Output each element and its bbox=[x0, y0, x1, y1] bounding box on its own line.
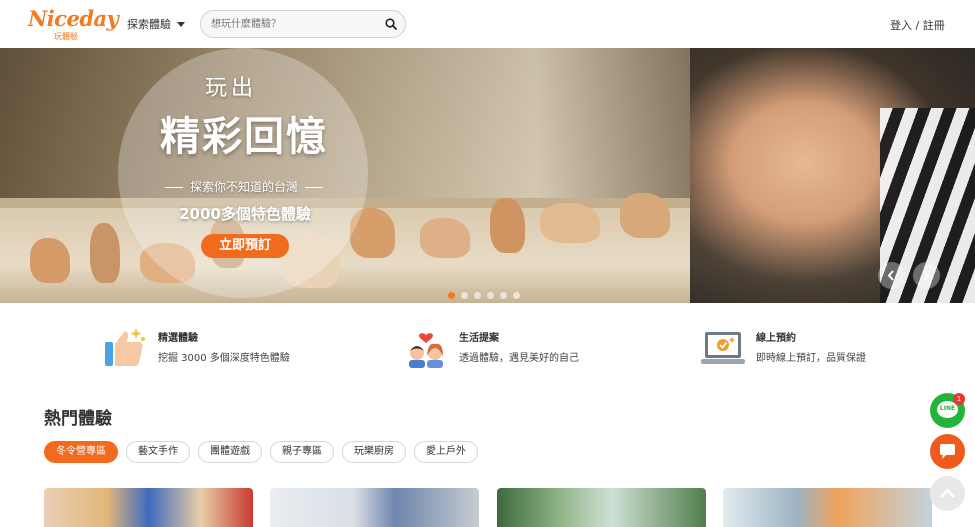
carousel-dot[interactable] bbox=[474, 292, 481, 299]
hero-line-1: 玩出 bbox=[205, 76, 258, 101]
wooden-animals-image bbox=[20, 193, 720, 303]
laptop-check-icon bbox=[701, 332, 745, 364]
back-to-top-button[interactable] bbox=[930, 476, 965, 511]
logo-subtext: 玩體驗 bbox=[54, 32, 78, 41]
experience-card-image[interactable] bbox=[270, 488, 479, 527]
hero-banner[interactable]: 玩出 精彩回憶 探索你不知道的台灣 2000多個特色體驗 立即預訂 bbox=[0, 48, 975, 303]
site-header: Niceday 玩體驗 探索體驗 登入 / 註冊 bbox=[0, 0, 975, 48]
carousel-dot[interactable] bbox=[513, 292, 520, 299]
couple-heart-icon bbox=[409, 333, 443, 368]
notification-badge: 1 bbox=[953, 393, 965, 405]
category-tabs: 冬令營專區 藝文手作 團體遊戲 親子專區 玩樂廚房 愛上戶外 bbox=[44, 441, 478, 463]
chat-bubble-icon bbox=[940, 444, 955, 459]
book-now-button[interactable]: 立即預訂 bbox=[201, 234, 289, 258]
chevron-up-icon bbox=[940, 488, 955, 498]
hero-subheadline: 2000多個特色體驗 bbox=[179, 205, 311, 223]
experience-card-image[interactable] bbox=[723, 488, 932, 527]
tab-parent-child[interactable]: 親子專區 bbox=[270, 441, 334, 463]
tab-group-games[interactable]: 團體遊戲 bbox=[198, 441, 262, 463]
search-icon[interactable] bbox=[385, 18, 397, 30]
carousel-dot[interactable] bbox=[500, 292, 507, 299]
tab-kitchen[interactable]: 玩樂廚房 bbox=[342, 441, 406, 463]
popular-section-title: 熱門體驗 bbox=[44, 409, 112, 429]
search-bar bbox=[200, 10, 406, 38]
carousel-dot[interactable] bbox=[487, 292, 494, 299]
hero-tagline: 探索你不知道的台灣 bbox=[189, 180, 298, 194]
experience-card-image[interactable] bbox=[44, 488, 253, 527]
carousel-dot[interactable] bbox=[448, 292, 455, 299]
carousel-prev-button[interactable] bbox=[878, 262, 905, 289]
feature-description: 挖掘 3000 多個深度特色體驗 bbox=[158, 353, 290, 364]
login-register-link[interactable]: 登入 / 註冊 bbox=[890, 17, 945, 33]
tab-winter-camp[interactable]: 冬令營專區 bbox=[44, 441, 118, 463]
caret-down-icon bbox=[177, 21, 185, 27]
feature-title: 精選體驗 bbox=[158, 333, 198, 344]
feature-title: 線上預約 bbox=[756, 333, 796, 344]
tab-outdoor[interactable]: 愛上戶外 bbox=[414, 441, 478, 463]
line-label: LINE bbox=[939, 405, 956, 412]
search-input[interactable] bbox=[211, 16, 371, 32]
chevron-right-icon bbox=[923, 270, 930, 281]
carousel-next-button[interactable] bbox=[913, 262, 940, 289]
logo-wordmark: Niceday bbox=[28, 6, 119, 31]
niceday-logo[interactable]: Niceday 玩體驗 bbox=[28, 6, 119, 42]
feature-title: 生活提案 bbox=[459, 333, 499, 344]
tab-arts-crafts[interactable]: 藝文手作 bbox=[126, 441, 190, 463]
hero-divider-right bbox=[305, 187, 323, 188]
carousel-dot[interactable] bbox=[461, 292, 468, 299]
carousel-dots bbox=[448, 292, 520, 299]
thumbs-up-sparkle-icon bbox=[105, 328, 145, 366]
chat-button[interactable] bbox=[930, 434, 965, 469]
feature-description: 透過體驗，遇見美好的自己 bbox=[459, 353, 579, 364]
explore-menu[interactable]: 探索體驗 bbox=[127, 16, 185, 32]
explore-label: 探索體驗 bbox=[127, 18, 171, 31]
feature-description: 即時線上預訂，品質保證 bbox=[756, 353, 866, 364]
experience-card-image[interactable] bbox=[497, 488, 706, 527]
hero-headline: 精彩回憶 bbox=[160, 114, 328, 160]
chevron-left-icon bbox=[887, 270, 894, 281]
